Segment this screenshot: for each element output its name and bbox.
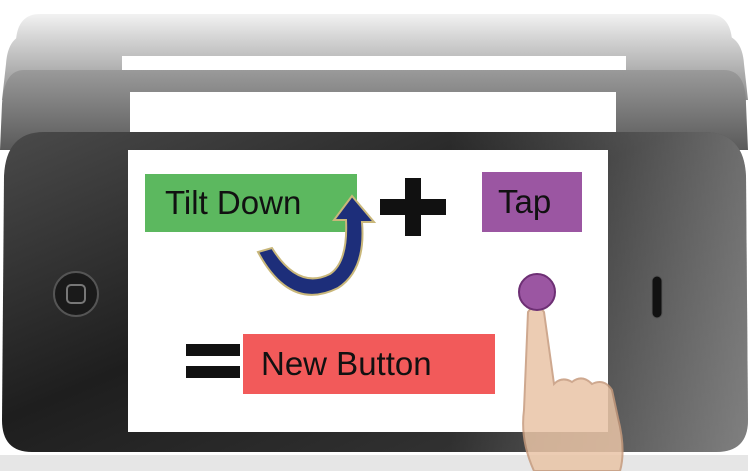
home-button-icon [53,271,99,317]
finger-icon [522,305,624,471]
speaker-slot [651,275,663,319]
tap-label: Tap [482,172,582,232]
new-button-label: New Button [243,334,495,394]
curved-arrow-icon [256,194,377,296]
plus-icon [380,178,446,236]
equals-icon [186,344,240,380]
touch-point-icon [518,273,556,311]
